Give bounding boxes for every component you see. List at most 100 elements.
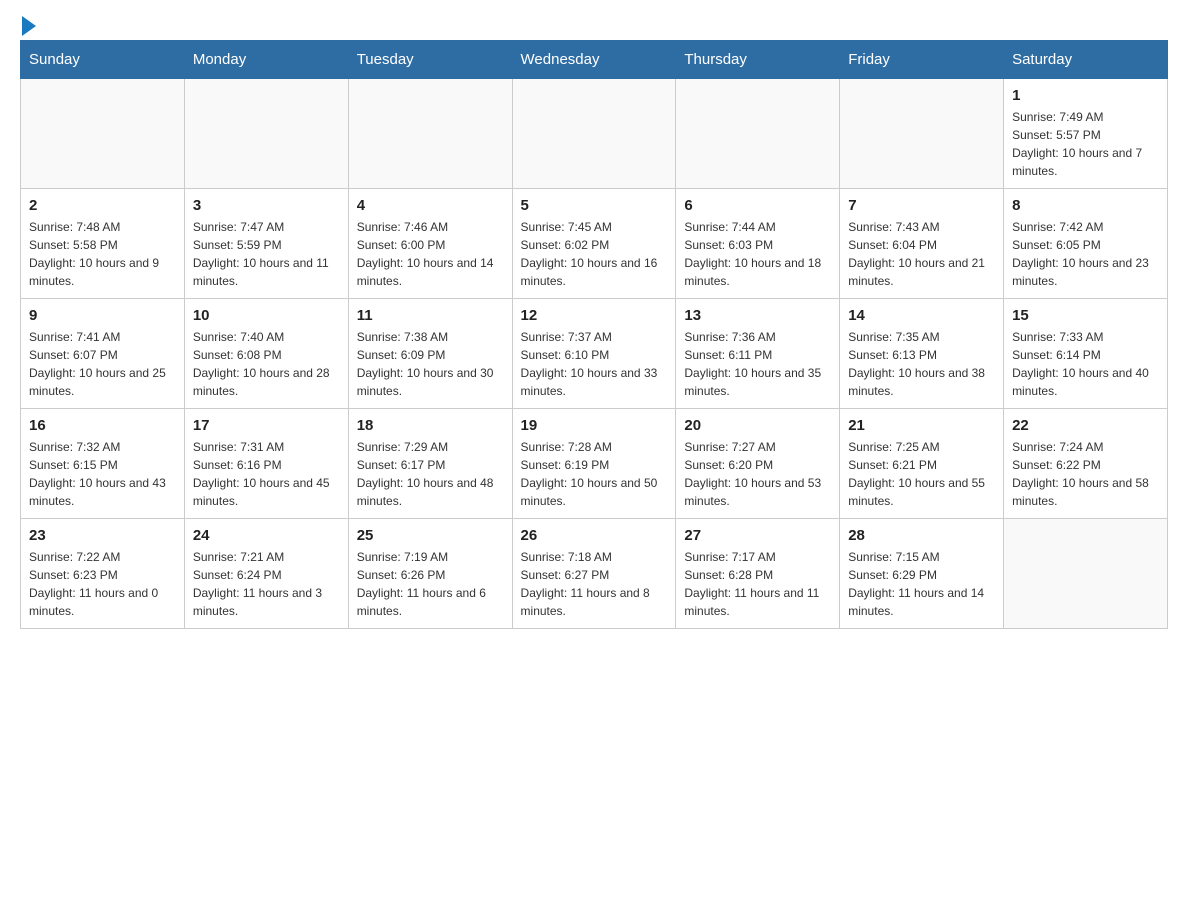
- day-info: Sunrise: 7:17 AMSunset: 6:28 PMDaylight:…: [684, 548, 831, 620]
- sunset-text: Sunset: 6:23 PM: [29, 566, 176, 584]
- calendar-day-cell: 14Sunrise: 7:35 AMSunset: 6:13 PMDayligh…: [840, 299, 1004, 409]
- sunrise-text: Sunrise: 7:15 AM: [848, 548, 995, 566]
- sunrise-text: Sunrise: 7:21 AM: [193, 548, 340, 566]
- weekday-header-thursday: Thursday: [676, 41, 840, 79]
- day-info: Sunrise: 7:29 AMSunset: 6:17 PMDaylight:…: [357, 438, 504, 510]
- sunrise-text: Sunrise: 7:31 AM: [193, 438, 340, 456]
- sunrise-text: Sunrise: 7:32 AM: [29, 438, 176, 456]
- daylight-text: Daylight: 10 hours and 53 minutes.: [684, 474, 831, 510]
- sunrise-text: Sunrise: 7:18 AM: [521, 548, 668, 566]
- sunrise-text: Sunrise: 7:47 AM: [193, 218, 340, 236]
- daylight-text: Daylight: 10 hours and 23 minutes.: [1012, 254, 1159, 290]
- calendar-day-cell: 15Sunrise: 7:33 AMSunset: 6:14 PMDayligh…: [1004, 299, 1168, 409]
- calendar-week-5: 23Sunrise: 7:22 AMSunset: 6:23 PMDayligh…: [21, 519, 1168, 629]
- calendar-day-cell: 17Sunrise: 7:31 AMSunset: 6:16 PMDayligh…: [184, 409, 348, 519]
- sunset-text: Sunset: 6:16 PM: [193, 456, 340, 474]
- day-info: Sunrise: 7:36 AMSunset: 6:11 PMDaylight:…: [684, 328, 831, 400]
- calendar-day-cell: 9Sunrise: 7:41 AMSunset: 6:07 PMDaylight…: [21, 299, 185, 409]
- daylight-text: Daylight: 10 hours and 48 minutes.: [357, 474, 504, 510]
- daylight-text: Daylight: 11 hours and 0 minutes.: [29, 584, 176, 620]
- sunset-text: Sunset: 6:13 PM: [848, 346, 995, 364]
- calendar-day-cell: 20Sunrise: 7:27 AMSunset: 6:20 PMDayligh…: [676, 409, 840, 519]
- calendar-day-cell: 21Sunrise: 7:25 AMSunset: 6:21 PMDayligh…: [840, 409, 1004, 519]
- day-info: Sunrise: 7:41 AMSunset: 6:07 PMDaylight:…: [29, 328, 176, 400]
- daylight-text: Daylight: 11 hours and 11 minutes.: [684, 584, 831, 620]
- sunset-text: Sunset: 6:14 PM: [1012, 346, 1159, 364]
- sunrise-text: Sunrise: 7:44 AM: [684, 218, 831, 236]
- day-info: Sunrise: 7:18 AMSunset: 6:27 PMDaylight:…: [521, 548, 668, 620]
- sunrise-text: Sunrise: 7:25 AM: [848, 438, 995, 456]
- calendar-week-3: 9Sunrise: 7:41 AMSunset: 6:07 PMDaylight…: [21, 299, 1168, 409]
- sunrise-text: Sunrise: 7:42 AM: [1012, 218, 1159, 236]
- sunrise-text: Sunrise: 7:36 AM: [684, 328, 831, 346]
- sunrise-text: Sunrise: 7:24 AM: [1012, 438, 1159, 456]
- day-info: Sunrise: 7:25 AMSunset: 6:21 PMDaylight:…: [848, 438, 995, 510]
- daylight-text: Daylight: 10 hours and 16 minutes.: [521, 254, 668, 290]
- day-number: 2: [29, 197, 176, 214]
- daylight-text: Daylight: 10 hours and 58 minutes.: [1012, 474, 1159, 510]
- calendar-day-cell: 13 Sunrise: 7:36 AMSunset: 6:11 PMDayligh…: [676, 299, 840, 409]
- sunset-text: Sunset: 6:04 PM: [848, 236, 995, 254]
- day-number: 25: [357, 527, 504, 544]
- day-number: 14: [848, 307, 995, 324]
- calendar-day-cell: 26Sunrise: 7:18 AMSunset: 6:27 PMDayligh…: [512, 519, 676, 629]
- sunrise-text: Sunrise: 7:46 AM: [357, 218, 504, 236]
- weekday-header-sunday: Sunday: [21, 41, 185, 79]
- day-info: Sunrise: 7:19 AMSunset: 6:26 PMDaylight:…: [357, 548, 504, 620]
- sunrise-text: Sunrise: 7:49 AM: [1012, 108, 1159, 126]
- sunrise-text: Sunrise: 7:38 AM: [357, 328, 504, 346]
- calendar-day-cell: 25 Sunrise: 7:19 AMSunset: 6:26 PMDayligh…: [348, 519, 512, 629]
- day-number: 5: [521, 197, 668, 214]
- logo-arrow-icon: [22, 16, 36, 36]
- day-info: Sunrise: 7:37 AMSunset: 6:10 PMDaylight:…: [521, 328, 668, 400]
- calendar-day-cell: [1004, 519, 1168, 629]
- calendar-week-1: 1Sunrise: 7:49 AMSunset: 5:57 PMDaylight…: [21, 79, 1168, 189]
- sunrise-text: Sunrise: 7:37 AM: [521, 328, 668, 346]
- day-number: 1: [1012, 87, 1159, 104]
- sunrise-text: Sunrise: 7:43 AM: [848, 218, 995, 236]
- daylight-text: Daylight: 11 hours and 8 minutes.: [521, 584, 668, 620]
- sunrise-text: Sunrise: 7:27 AM: [684, 438, 831, 456]
- day-number: 28: [848, 527, 995, 544]
- sunset-text: Sunset: 6:07 PM: [29, 346, 176, 364]
- sunset-text: Sunset: 6:10 PM: [521, 346, 668, 364]
- calendar-day-cell: [840, 79, 1004, 189]
- calendar-header: SundayMondayTuesdayWednesdayThursdayFrid…: [21, 41, 1168, 79]
- sunset-text: Sunset: 6:22 PM: [1012, 456, 1159, 474]
- day-info: Sunrise: 7:22 AMSunset: 6:23 PMDaylight:…: [29, 548, 176, 620]
- weekday-header-tuesday: Tuesday: [348, 41, 512, 79]
- day-number: 16: [29, 417, 176, 434]
- day-number: 13: [684, 307, 831, 324]
- calendar-day-cell: 1Sunrise: 7:49 AMSunset: 5:57 PMDaylight…: [1004, 79, 1168, 189]
- day-info: Sunrise: 7:45 AMSunset: 6:02 PMDaylight:…: [521, 218, 668, 290]
- sunset-text: Sunset: 6:27 PM: [521, 566, 668, 584]
- sunset-text: Sunset: 6:05 PM: [1012, 236, 1159, 254]
- sunrise-text: Sunrise: 7:48 AM: [29, 218, 176, 236]
- logo-top: [20, 20, 36, 36]
- calendar-day-cell: 6Sunrise: 7:44 AMSunset: 6:03 PMDaylight…: [676, 189, 840, 299]
- sunset-text: Sunset: 6:19 PM: [521, 456, 668, 474]
- daylight-text: Daylight: 11 hours and 14 minutes.: [848, 584, 995, 620]
- day-number: 11: [357, 307, 504, 324]
- day-number: 19: [521, 417, 668, 434]
- day-number: 17: [193, 417, 340, 434]
- calendar-day-cell: 27 Sunrise: 7:17 AMSunset: 6:28 PMDayligh…: [676, 519, 840, 629]
- day-number: 24: [193, 527, 340, 544]
- daylight-text: Daylight: 10 hours and 30 minutes.: [357, 364, 504, 400]
- calendar-day-cell: 4Sunrise: 7:46 AMSunset: 6:00 PMDaylight…: [348, 189, 512, 299]
- calendar-day-cell: 3Sunrise: 7:47 AMSunset: 5:59 PMDaylight…: [184, 189, 348, 299]
- calendar-day-cell: 8Sunrise: 7:42 AMSunset: 6:05 PMDaylight…: [1004, 189, 1168, 299]
- sunrise-text: Sunrise: 7:45 AM: [521, 218, 668, 236]
- sunrise-text: Sunrise: 7:19 AM: [357, 548, 504, 566]
- day-number: 27: [684, 527, 831, 544]
- daylight-text: Daylight: 10 hours and 11 minutes.: [193, 254, 340, 290]
- calendar-day-cell: 11Sunrise: 7:38 AMSunset: 6:09 PMDayligh…: [348, 299, 512, 409]
- day-number: 3: [193, 197, 340, 214]
- day-number: 22: [1012, 417, 1159, 434]
- daylight-text: Daylight: 11 hours and 6 minutes.: [357, 584, 504, 620]
- weekday-header-monday: Monday: [184, 41, 348, 79]
- sunset-text: Sunset: 6:00 PM: [357, 236, 504, 254]
- day-info: Sunrise: 7:44 AMSunset: 6:03 PMDaylight:…: [684, 218, 831, 290]
- sunset-text: Sunset: 6:15 PM: [29, 456, 176, 474]
- day-info: Sunrise: 7:15 AMSunset: 6:29 PMDaylight:…: [848, 548, 995, 620]
